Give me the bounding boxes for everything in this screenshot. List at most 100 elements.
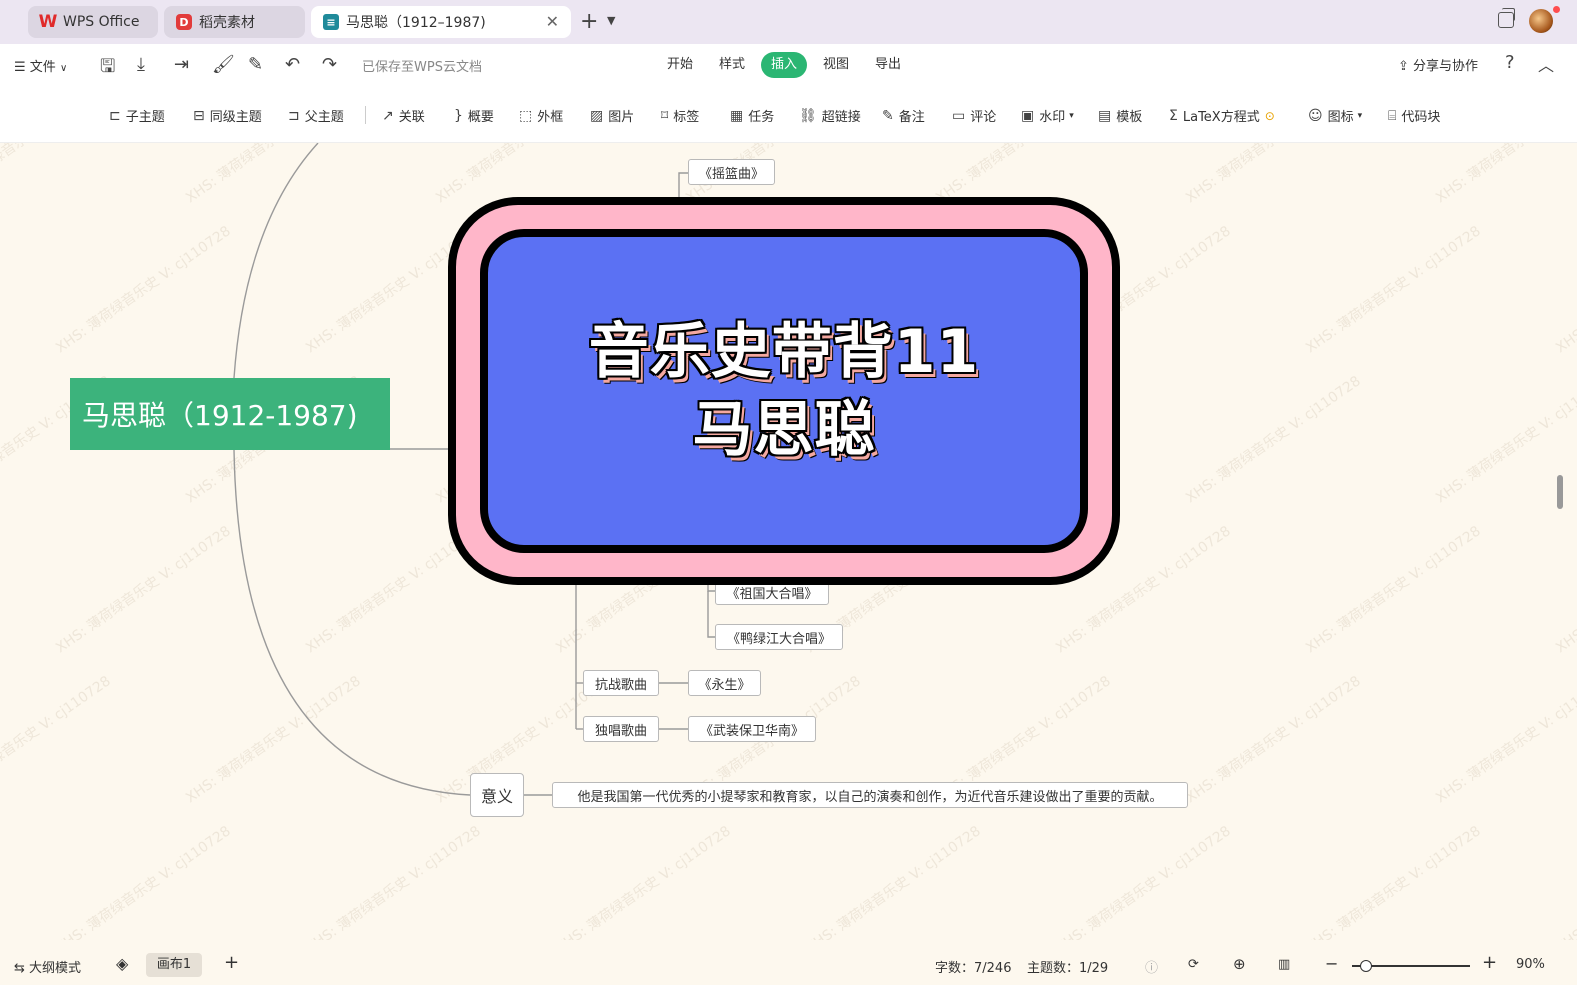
chevron-down-icon: ▾	[1357, 110, 1363, 121]
hyperlink-button[interactable]: ⛓ 超链接	[799, 106, 861, 126]
work-node-lullaby[interactable]: 《摇篮曲》	[688, 159, 775, 185]
file-menu-button[interactable]: ☰ 文件 ∨	[14, 56, 67, 75]
work-node-war-song[interactable]: 《永生》	[688, 670, 761, 696]
help-icon[interactable]: ?	[1505, 52, 1515, 73]
meaning-description-node[interactable]: 他是我国第一代优秀的小提琴家和教育家，以自己的演奏和创作，为近代音乐建设做出了重…	[552, 782, 1188, 808]
window-restore-icon[interactable]	[1498, 8, 1515, 28]
summary-label: 概要	[467, 110, 494, 125]
parent-topic-label: 父主题	[304, 110, 344, 125]
download-icon[interactable]: ⤓	[137, 54, 145, 75]
root-topic-node[interactable]: 马思聪（1912-1987)	[70, 378, 390, 450]
connector-line	[707, 591, 715, 638]
title-tab-bar: W WPS Office D 稻壳素材 ≡ 马思聪（1912–1987) ✕ +…	[0, 0, 1577, 44]
summary-button[interactable]: } 概要	[454, 106, 494, 126]
boundary-icon: ⬚	[519, 107, 533, 124]
boundary-button[interactable]: ⬚ 外框	[519, 106, 564, 126]
outline-icon: ⇆	[14, 961, 25, 976]
tab-daoke[interactable]: D 稻壳素材	[164, 6, 305, 38]
zoom-level: 90%	[1516, 957, 1545, 972]
task-label: 任务	[748, 110, 775, 125]
close-tab-icon[interactable]: ✕	[546, 12, 559, 31]
save-icon[interactable]: 🖫	[100, 54, 115, 84]
node-text: 《永生》	[698, 677, 751, 693]
tab-wps-office[interactable]: W WPS Office	[28, 6, 158, 38]
sibling-topic-button[interactable]: ⊟ 同级主题	[193, 106, 262, 126]
outline-mode-button[interactable]: ⇆ 大纲模式	[14, 957, 81, 976]
chevron-up-icon[interactable]: ︿	[1538, 52, 1554, 76]
add-canvas-icon[interactable]: +	[224, 952, 239, 973]
refresh-icon[interactable]: ⟳	[1188, 957, 1199, 972]
cover-title-line-2: 马思聪	[692, 395, 876, 465]
tag-button[interactable]: ⌑ 标签	[661, 106, 699, 126]
tab-insert[interactable]: 插入	[761, 52, 808, 78]
note-label: 备注	[898, 110, 925, 125]
premium-coin-icon: ⊙	[1264, 108, 1275, 123]
latex-button[interactable]: Σ LaTeX方程式 ⊙	[1169, 106, 1275, 126]
emoji-button[interactable]: ☺ 图标 ▾	[1308, 106, 1363, 126]
share-button[interactable]: ⇪ 分享与协作	[1398, 55, 1478, 74]
insert-toolbar: ⊏ 子主题 ⊟ 同级主题 ⊐ 父主题 ↗ 关联 } 概要 ⬚ 外框 ▨ 图片 ⌑ 标签 ▦ 任务 …	[0, 86, 1577, 143]
undo-icon[interactable]: ↶	[285, 54, 300, 75]
summary-icon: }	[454, 107, 463, 124]
save-status-text: 已保存至WPS云文档	[362, 60, 482, 75]
emoji-icon: ☺	[1308, 107, 1323, 124]
work-node-chorus-2[interactable]: 《鸭绿江大合唱》	[715, 624, 843, 650]
tab-start[interactable]: 开始	[657, 52, 703, 78]
notification-dot	[1553, 6, 1560, 13]
tab-style[interactable]: 样式	[709, 52, 755, 78]
locate-icon[interactable]: ⊕	[1233, 955, 1246, 973]
vertical-scrollbar[interactable]	[1557, 475, 1563, 509]
topic-node-meaning[interactable]: 意义	[470, 773, 524, 817]
watermark-button[interactable]: ▣ 水印 ▾	[1021, 106, 1074, 126]
comment-button[interactable]: ▭ 评论	[952, 106, 996, 126]
code-block-button[interactable]: ⌸ 代码块	[1388, 106, 1440, 126]
relation-icon: ↗	[382, 107, 394, 124]
task-button[interactable]: ▦ 任务	[730, 106, 775, 126]
category-node-solo-songs[interactable]: 独唱歌曲	[583, 716, 659, 742]
image-button[interactable]: ▨ 图片	[590, 106, 634, 126]
redo-icon[interactable]: ↷	[322, 54, 337, 75]
zoom-out-icon[interactable]: −	[1325, 954, 1338, 973]
node-text: 《祖国大合唱》	[726, 586, 818, 602]
node-text: 《摇篮曲》	[698, 166, 764, 182]
layers-icon[interactable]: ◈	[116, 954, 128, 973]
canvas-sheet-tab[interactable]: 画布1	[146, 953, 202, 977]
status-bar: ⇆ 大纲模式 ◈ 画布1 + 字数：7/246 主题数：1/29 ⓘ ⟳ ⊕ ▥…	[0, 940, 1577, 985]
parent-topic-button[interactable]: ⊐ 父主题	[288, 106, 344, 126]
wps-logo-icon: W	[38, 12, 58, 32]
pen-icon[interactable]: ✎	[248, 54, 263, 75]
subtopic-button[interactable]: ⊏ 子主题	[109, 106, 165, 126]
category-node-war-songs[interactable]: 抗战歌曲	[583, 670, 659, 696]
export-icon[interactable]: ⇥	[174, 54, 189, 75]
avatar[interactable]	[1529, 9, 1553, 33]
format-painter-icon[interactable]: 🖌	[212, 54, 235, 75]
hyperlink-label: 超链接	[821, 110, 861, 125]
zoom-in-icon[interactable]: +	[1482, 952, 1497, 973]
topic-count: 主题数：1/29	[1027, 961, 1109, 976]
tab-document[interactable]: ≡ 马思聪（1912–1987) ✕	[311, 6, 571, 38]
note-icon: ✎	[882, 107, 894, 124]
zoom-slider-handle[interactable]	[1360, 960, 1373, 972]
node-text: 独唱歌曲	[594, 723, 647, 739]
chevron-down-icon[interactable]: ▼	[607, 14, 615, 27]
template-button[interactable]: ▤ 模板	[1098, 106, 1142, 126]
chevron-down-icon: ∨	[59, 63, 68, 74]
new-tab-icon[interactable]: +	[580, 9, 598, 34]
mindmap-canvas[interactable]: XHS: 薄荷绿音乐史 V: cj110728 XHS: 薄荷绿音乐史 V: cj…	[0, 143, 1577, 940]
template-icon: ▤	[1098, 107, 1112, 124]
share-label: 分享与协作	[1413, 59, 1479, 74]
map-icon[interactable]: ▥	[1278, 957, 1290, 972]
cover-title-line-1: 音乐史带背11	[588, 317, 980, 387]
tab-label: 稻壳素材	[199, 15, 255, 31]
tab-view[interactable]: 视图	[813, 52, 859, 78]
boundary-label: 外框	[537, 110, 564, 125]
subtopic-label: 子主题	[125, 110, 165, 125]
note-button[interactable]: ✎ 备注	[882, 106, 925, 126]
relation-button[interactable]: ↗ 关联	[382, 106, 425, 126]
file-menu-label: 文件	[29, 60, 56, 75]
comment-icon: ▭	[952, 107, 966, 124]
image-icon: ▨	[590, 107, 604, 124]
tab-export[interactable]: 导出	[865, 52, 911, 78]
work-node-solo-song[interactable]: 《武装保卫华南》	[688, 716, 816, 742]
help-icon[interactable]: ⓘ	[1145, 957, 1158, 976]
